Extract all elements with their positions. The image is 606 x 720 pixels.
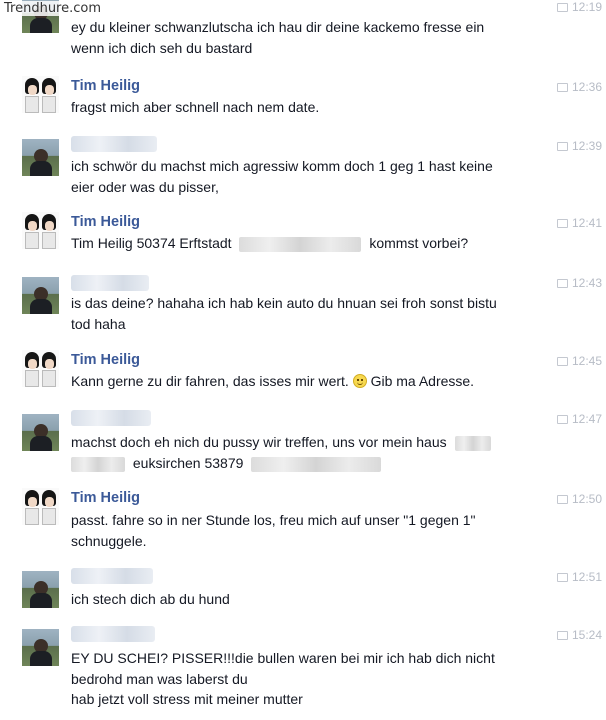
- message-text: kommst vorbei?: [369, 235, 469, 251]
- sender-name-redacted: [71, 626, 155, 642]
- message-icon: [557, 573, 568, 583]
- sender-name-redacted: [71, 275, 149, 291]
- sender-name-redacted: [71, 136, 157, 152]
- redacted-address: [71, 456, 125, 472]
- sender-name[interactable]: Tim Heilig: [71, 78, 140, 94]
- message-line: EY DU SCHEI? PISSER!!!die bullen waren b…: [71, 650, 495, 666]
- redacted-address: [239, 236, 362, 252]
- avatar[interactable]: [22, 350, 59, 387]
- message-icon: [557, 219, 568, 229]
- message-line: Kann gerne zu dir fahren, das isses mir …: [71, 371, 474, 392]
- message-line: passt. fahre so in ner Stunde los, freu …: [71, 512, 476, 528]
- avatar[interactable]: [22, 488, 59, 525]
- message-icon: [557, 3, 568, 13]
- message-icon: [557, 415, 568, 425]
- message-line: ich schwör du machst mich agressiw komm …: [71, 158, 493, 174]
- message-icon: [557, 357, 568, 367]
- message-line: schnuggele.: [71, 533, 147, 549]
- message-line: bedrohd man was laberst du: [71, 671, 248, 687]
- avatar[interactable]: [22, 629, 59, 666]
- sender-name[interactable]: Tim Heilig: [71, 214, 140, 230]
- avatar[interactable]: [22, 76, 59, 113]
- message-line: tod haha: [71, 316, 126, 332]
- redacted-address: [251, 456, 382, 472]
- message-text: euksirchen 53879: [132, 455, 244, 471]
- message-thread: ey du kleiner schwanzlutscha ich hau dir…: [0, 0, 606, 720]
- avatar[interactable]: [22, 212, 59, 249]
- sender-name[interactable]: Tim Heilig: [71, 352, 140, 368]
- message-line: ey du kleiner schwanzlutscha ich hau dir…: [71, 19, 485, 35]
- timestamp: 12:41: [557, 216, 602, 230]
- sender-name[interactable]: Tim Heilig: [71, 490, 140, 506]
- timestamp: 12:51: [557, 570, 602, 584]
- message-icon: [557, 631, 568, 641]
- message-text: Tim Heilig 50374 Erftstadt: [71, 235, 232, 251]
- message-line: hab jetzt voll stress mit meiner mutter: [71, 691, 303, 707]
- sender-name-redacted: [71, 410, 151, 426]
- timestamp: 12:50: [557, 492, 602, 506]
- timestamp: 12:36: [557, 80, 602, 94]
- timestamp: 12:39: [557, 139, 602, 153]
- timestamp: 12:45: [557, 354, 602, 368]
- smiley-emoji-icon: [352, 374, 367, 388]
- avatar[interactable]: [22, 414, 59, 451]
- message-text: machst doch eh nich du pussy wir treffen…: [71, 434, 447, 450]
- message-line: eier oder was du pisser,: [71, 179, 219, 195]
- watermark: Trendhure.com: [2, 1, 104, 16]
- message-line: fragst mich aber schnell nach nem date.: [71, 99, 320, 115]
- message-text: Kann gerne zu dir fahren, das isses mir …: [71, 373, 349, 389]
- message-line: Tim Heilig 50374 Erftstadt kommst vorbei…: [71, 233, 468, 254]
- message-line: ich stech dich ab du hund: [71, 591, 230, 607]
- message-line: euksirchen 53879: [71, 453, 382, 474]
- message-text: Gib ma Adresse.: [370, 373, 475, 389]
- message-icon: [557, 279, 568, 289]
- message-icon: [557, 495, 568, 505]
- timestamp: 12:47: [557, 412, 602, 426]
- timestamp: 15:24: [557, 628, 602, 642]
- avatar[interactable]: [22, 277, 59, 314]
- timestamp: 12:19: [557, 0, 602, 14]
- avatar[interactable]: [22, 571, 59, 608]
- sender-name-redacted: [71, 568, 153, 584]
- message-line: machst doch eh nich du pussy wir treffen…: [71, 432, 491, 453]
- timestamp: 12:43: [557, 276, 602, 290]
- avatar[interactable]: [22, 139, 59, 176]
- message-icon: [557, 142, 568, 152]
- message-icon: [557, 83, 568, 93]
- redacted-address: [454, 435, 491, 451]
- message-line: wenn ich dich seh du bastard: [71, 40, 253, 56]
- message-line: is das deine? hahaha ich hab kein auto d…: [71, 295, 497, 311]
